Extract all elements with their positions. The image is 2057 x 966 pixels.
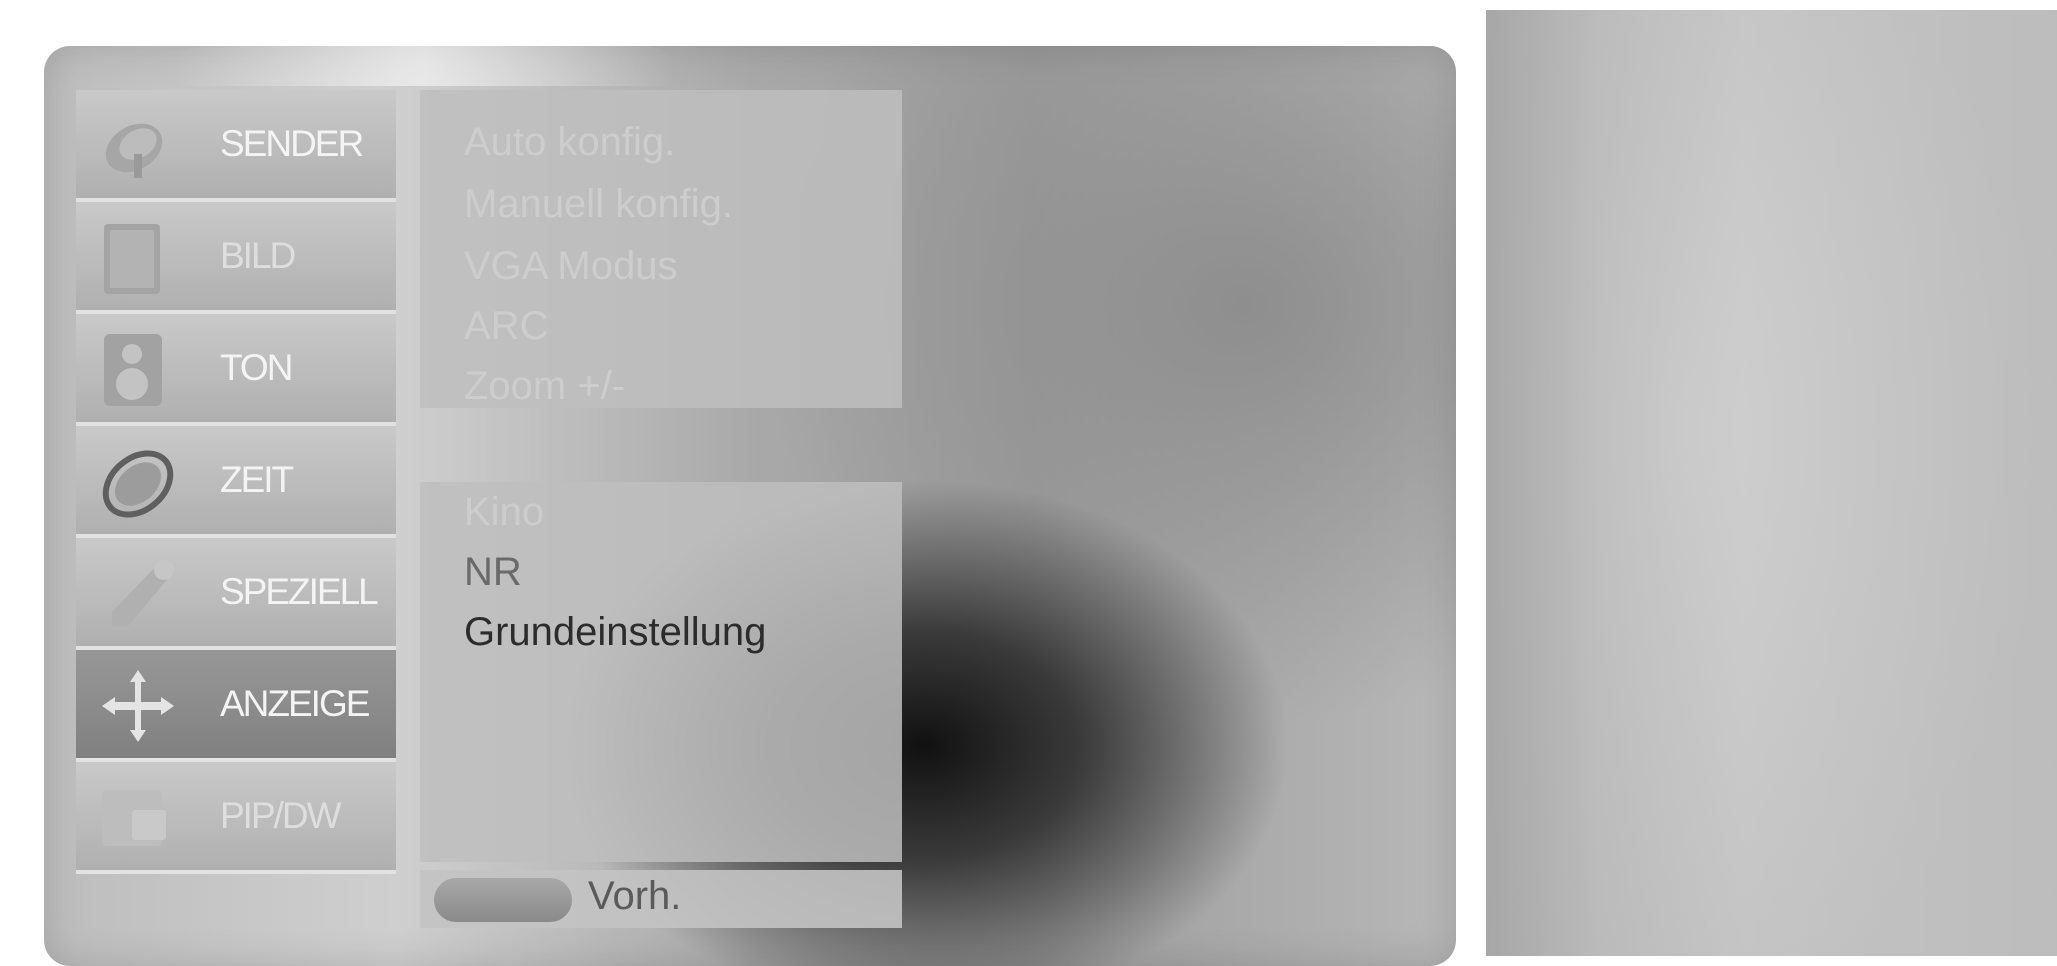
sidebar-item-label: SPEZIELL — [220, 571, 379, 612]
sidebar-item-speziell[interactable]: SPEZIELL — [76, 538, 396, 650]
sidebar-item-sender[interactable]: SENDER — [76, 90, 396, 202]
sidebar-item-label: PIP/DW — [220, 795, 342, 836]
menu-item-manual-config[interactable]: Manuell konfig. — [464, 182, 733, 227]
menu-item-nr[interactable]: NR — [464, 550, 522, 595]
picture-icon — [104, 224, 160, 294]
sidebar-item-label: SENDER — [220, 123, 364, 164]
sidebar-item-label: TON — [220, 347, 293, 388]
menu-item-reset-default[interactable]: Grundeinstellung — [464, 610, 766, 655]
satellite-dish-icon — [105, 123, 163, 178]
sidebar-item-label: ANZEIGE — [220, 683, 370, 724]
footer-hint-bar: Vorh. — [420, 870, 902, 928]
wrench-icon — [112, 560, 174, 626]
sidebar-item-label: BILD — [220, 235, 296, 276]
clock-icon — [102, 450, 174, 518]
sidebar-item-ton[interactable]: TON — [76, 314, 396, 426]
sidebar-item-zeit[interactable]: ZEIT — [76, 426, 396, 538]
menu-item-kino[interactable]: Kino — [464, 490, 544, 535]
display-submenu-lower: Kino NR Grundeinstellung — [420, 482, 902, 862]
menu-item-arc[interactable]: ARC — [464, 304, 548, 349]
panel-highlight — [174, 46, 674, 86]
main-menu-sidebar: SENDER BILD TON ZEIT SPEZIELL ANZEIGE PI… — [76, 90, 396, 930]
sidebar-item-anzeige[interactable]: ANZEIGE — [76, 650, 396, 762]
pip-icon — [102, 790, 166, 846]
menu-item-zoom[interactable]: Zoom +/- — [464, 364, 625, 409]
menu-item-auto-config[interactable]: Auto konfig. — [464, 120, 675, 165]
menu-item-vga-mode[interactable]: VGA Modus — [464, 244, 677, 289]
previous-label: Vorh. — [588, 874, 682, 918]
display-submenu-upper: Auto konfig. Manuell konfig. VGA Modus A… — [420, 90, 902, 408]
sidebar-item-label: ZEIT — [220, 459, 294, 500]
move-arrows-icon — [102, 670, 174, 742]
tv-osd-screen: SENDER BILD TON ZEIT SPEZIELL ANZEIGE PI… — [0, 0, 2057, 966]
sidebar-item-pip-dw[interactable]: PIP/DW — [76, 762, 396, 874]
previous-key-button[interactable] — [434, 878, 572, 922]
speaker-icon — [104, 334, 162, 406]
preview-shading — [1486, 10, 2057, 956]
sidebar-item-bild[interactable]: BILD — [76, 202, 396, 314]
